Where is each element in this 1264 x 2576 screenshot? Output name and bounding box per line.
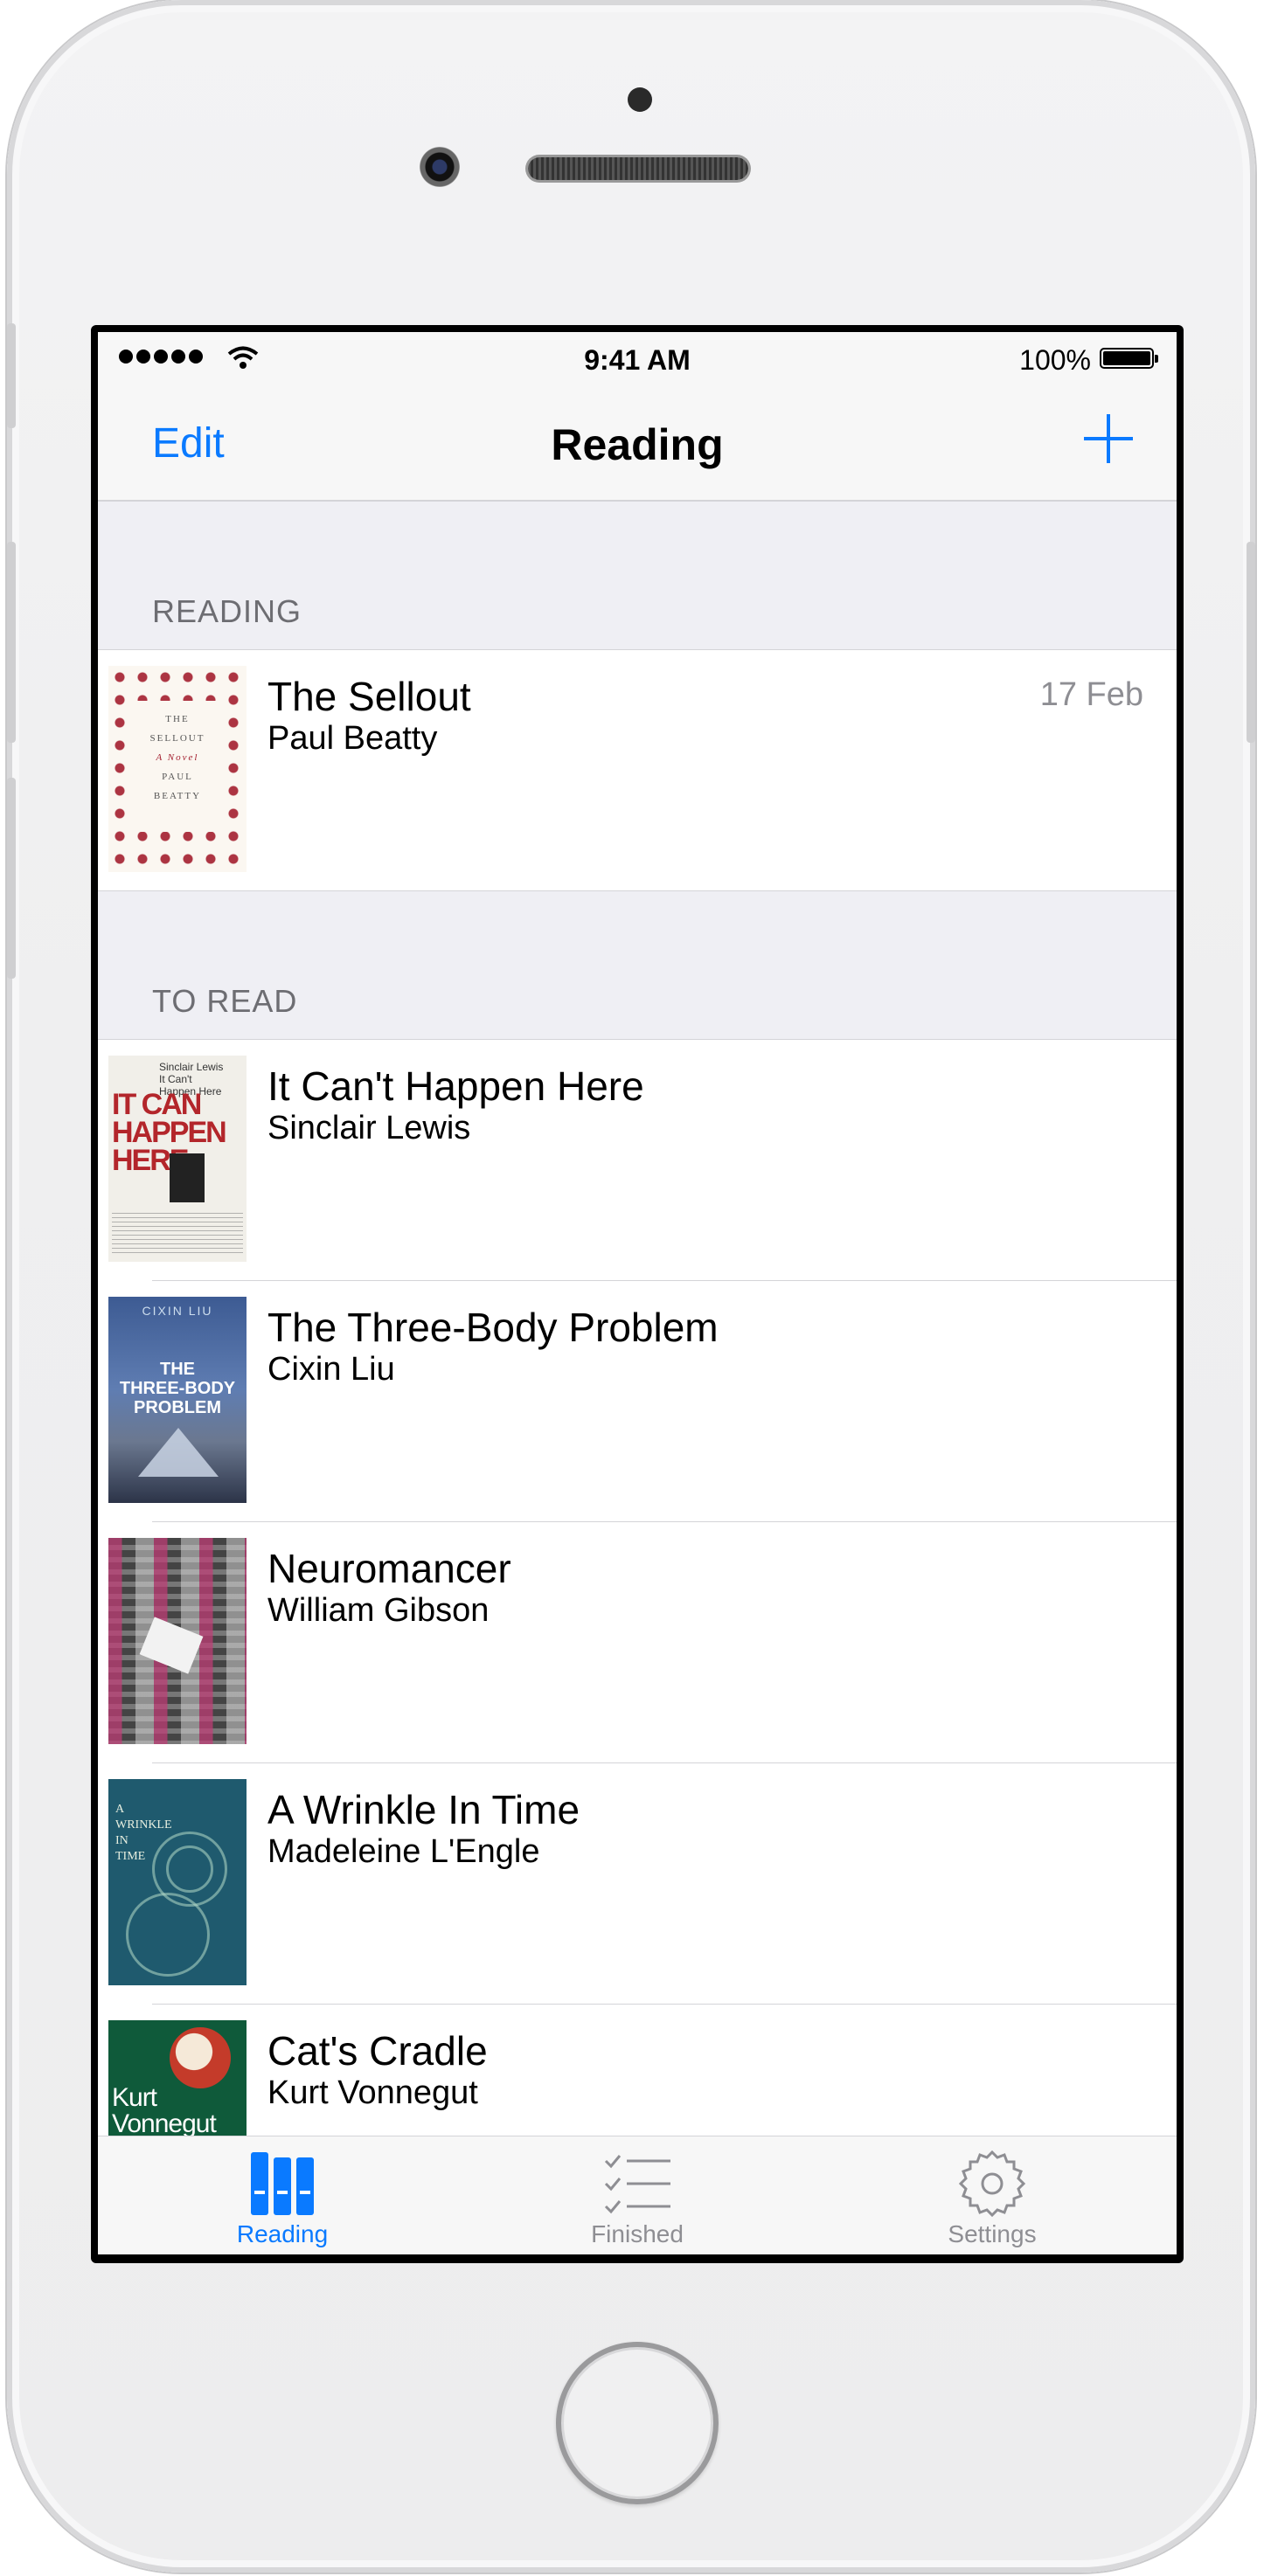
tab-finished[interactable]: Finished (506, 2136, 768, 2254)
section-header-label: TO READ (152, 983, 298, 1019)
books-icon (251, 2152, 314, 2215)
navigation-bar: Edit Reading (98, 388, 1177, 502)
volume-up-button (7, 542, 16, 743)
tab-bar: Reading Finished Settings (98, 2136, 1177, 2254)
power-button (1247, 542, 1255, 743)
section-header-reading: READING (98, 502, 1177, 650)
cover-text: THE (165, 714, 190, 724)
tab-label: Settings (948, 2220, 1037, 2247)
book-author: Sinclair Lewis (267, 1110, 471, 1146)
cover-text: BEATTY (153, 791, 202, 801)
book-author: Cixin Liu (267, 1351, 395, 1388)
plus-icon[interactable] (1084, 414, 1133, 463)
cover-text: CIXIN LIU (142, 1304, 213, 1318)
tab-settings[interactable]: Settings (861, 2136, 1123, 2254)
book-row-it-cant-happen-here[interactable]: Sinclair Lewis It Can't Happen Here IT C… (98, 1040, 1177, 1281)
book-cover-image: Kurt Vonnegut (108, 2020, 247, 2136)
cover-text: Kurt Vonnegut (112, 2083, 217, 2136)
book-row-three-body-problem[interactable]: CIXIN LIU THE THREE-BODY PROBLEM The Thr… (98, 1281, 1177, 1522)
book-row-a-wrinkle-in-time[interactable]: A WRINKLE IN TIME A Wrinkle In Time Made… (98, 1763, 1177, 2005)
tab-reading[interactable]: Reading (151, 2136, 413, 2254)
cover-text: THE THREE-BODY PROBLEM (119, 1360, 236, 1417)
book-author: Kurt Vonnegut (267, 2074, 478, 2111)
cover-text: A WRINKLE IN TIME (115, 1803, 172, 1863)
book-title: A Wrinkle In Time (267, 1787, 580, 1832)
book-title: The Three-Body Problem (267, 1305, 719, 1350)
checklist-icon (604, 2155, 670, 2214)
cover-text: A Novel (156, 752, 199, 763)
book-row-neuromancer[interactable]: Neuromancer William Gibson (98, 1522, 1177, 1763)
tab-label: Reading (236, 2220, 329, 2247)
page-title: Reading (551, 420, 724, 469)
battery-icon (1100, 348, 1158, 369)
status-time: 9:41 AM (584, 344, 691, 376)
phone-frame: 9:41 AM 100% Edit Reading READING THE SE… (7, 0, 1255, 2573)
screen: 9:41 AM 100% Edit Reading READING THE SE… (91, 325, 1184, 2263)
earpiece-speaker (528, 157, 748, 180)
front-camera (420, 147, 460, 187)
book-title: It Can't Happen Here (267, 1063, 644, 1109)
book-date: 17 Feb (1039, 676, 1143, 713)
volume-down-button (7, 778, 16, 979)
book-cover-image: Sinclair Lewis It Can't Happen Here IT C… (108, 1056, 247, 1262)
book-cover-image: A WRINKLE IN TIME (108, 1779, 247, 1985)
book-cover-image (108, 1538, 247, 1744)
proximity-sensor (628, 87, 652, 112)
book-author: William Gibson (267, 1592, 490, 1629)
book-row-the-sellout[interactable]: THE SELLOUT A Novel PAUL BEATTY The Sell… (98, 650, 1177, 891)
battery-percentage: 100% (1019, 344, 1091, 376)
book-list[interactable]: READING THE SELLOUT A Novel PAUL BEATTY (98, 502, 1177, 2136)
gear-icon (958, 2150, 1026, 2217)
book-title: Neuromancer (267, 1546, 511, 1591)
section-header-to-read: TO READ (98, 891, 1177, 1040)
section-header-label: READING (152, 593, 302, 629)
book-author: Paul Beatty (267, 720, 438, 757)
book-row-cats-cradle[interactable]: Kurt Vonnegut Cat's Cradle Kurt Vonnegut (98, 2005, 1177, 2136)
book-cover-image: THE SELLOUT A Novel PAUL BEATTY (108, 666, 247, 872)
cover-text: IT CAN HAPPEN HERE (112, 1088, 227, 1177)
mute-switch (7, 323, 16, 428)
cover-text: SELLOUT (149, 733, 205, 744)
app-display: 9:41 AM 100% Edit Reading READING THE SE… (98, 332, 1177, 2254)
book-title: Cat's Cradle (267, 2028, 488, 2074)
tab-label: Finished (591, 2220, 684, 2247)
book-cover-image: CIXIN LIU THE THREE-BODY PROBLEM (108, 1297, 247, 1503)
home-button[interactable] (556, 2342, 719, 2504)
book-author: Madeleine L'Engle (267, 1833, 540, 1870)
book-title: The Sellout (267, 674, 471, 719)
cover-text: PAUL (162, 772, 193, 782)
status-bar: 9:41 AM 100% (98, 332, 1177, 388)
